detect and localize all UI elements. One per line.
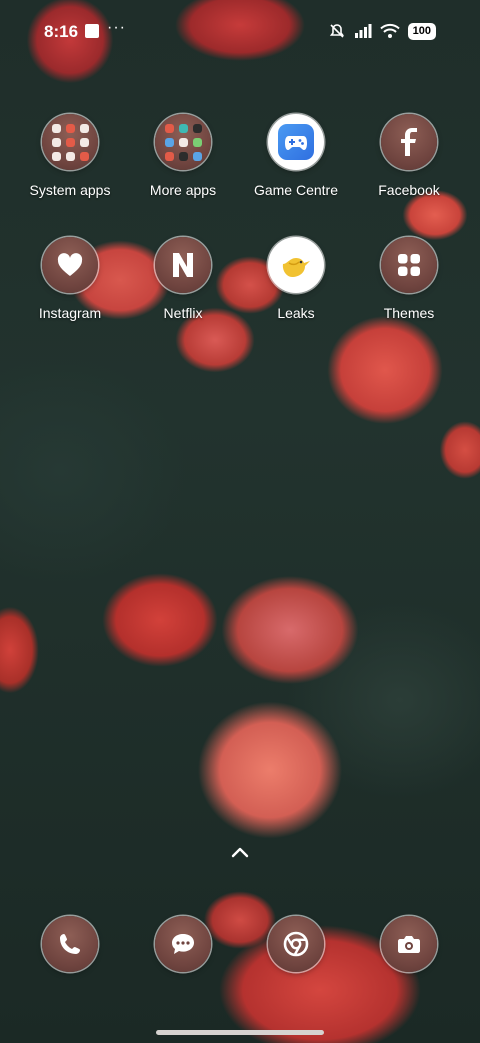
heart-icon [42,237,98,293]
app-themes[interactable]: Themes [353,237,465,321]
app-label: Netflix [163,305,203,321]
home-indicator[interactable] [156,1030,324,1035]
facebook-icon [381,114,437,170]
app-label: Instagram [38,305,102,321]
dock-camera[interactable] [353,916,465,972]
grid-icon [381,237,437,293]
mute-icon [329,24,344,38]
folder-icon [42,114,98,170]
app-label: Themes [383,305,435,321]
status-bar: 8:16 ··· 100 [0,0,480,64]
more-notifications-icon: ··· [107,19,126,36]
clock: 8:16 [44,22,79,41]
app-leaks[interactable]: Leaks [240,237,352,321]
dock-phone[interactable] [14,916,126,972]
signal-icon [354,24,372,38]
bird-icon [268,237,324,293]
dock-messages[interactable] [127,916,239,972]
chevron-up-icon[interactable] [230,845,250,859]
app-system-apps[interactable]: System apps [14,114,126,198]
app-more-apps[interactable]: More apps [127,114,239,198]
wifi-icon [379,23,400,38]
chrome-icon [268,916,324,972]
app-facebook[interactable]: Facebook [353,114,465,198]
gamepad-icon [268,114,324,170]
message-icon [155,916,211,972]
app-instagram[interactable]: Instagram [14,237,126,321]
app-game-centre[interactable]: Game Centre [240,114,352,198]
app-label: Leaks [277,305,315,321]
phone-icon [42,916,98,972]
app-label: System apps [29,182,111,198]
app-netflix[interactable]: Netflix [127,237,239,321]
app-label: More apps [149,182,217,198]
netflix-icon [155,237,211,293]
dock-chrome[interactable] [240,916,352,972]
camera-icon [381,916,437,972]
folder-icon [155,114,211,170]
app-label: Game Centre [253,182,339,198]
notification-icon [85,24,99,38]
app-label: Facebook [378,182,440,198]
battery-icon: 100 [407,22,436,40]
